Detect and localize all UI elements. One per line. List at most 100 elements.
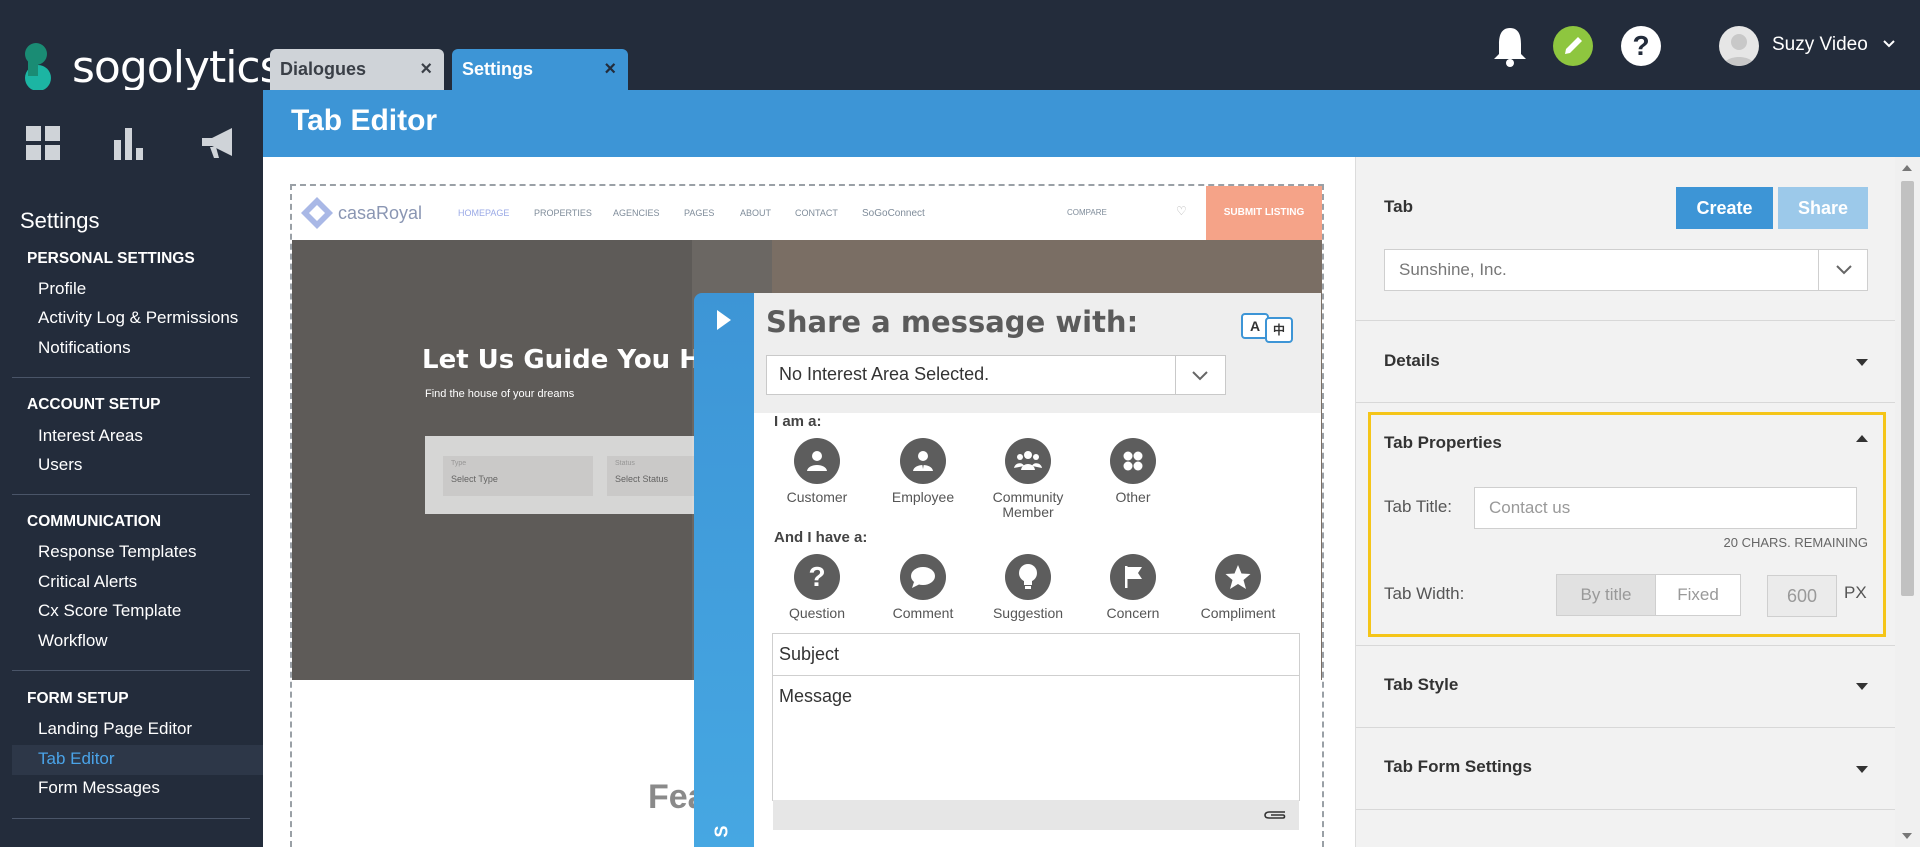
chevron-down-icon[interactable]	[1835, 264, 1853, 276]
option-comment[interactable]: Comment	[873, 554, 973, 621]
help-icon[interactable]: ?	[1621, 26, 1661, 66]
select-value: Sunshine, Inc.	[1399, 260, 1507, 279]
bar-chart-icon[interactable]	[112, 126, 146, 160]
divider	[12, 377, 250, 378]
divider	[12, 818, 250, 819]
tab-width-label: Tab Width:	[1384, 584, 1465, 603]
settings-panel: Tab Create Share Sunshine, Inc. Details …	[1355, 157, 1896, 847]
share-button[interactable]: Share	[1778, 187, 1868, 229]
employee-icon	[913, 451, 933, 471]
close-icon[interactable]: ×	[420, 58, 432, 81]
option-suggestion[interactable]: Suggestion	[978, 554, 1078, 621]
divider	[1356, 402, 1896, 403]
details-label: Details	[1384, 351, 1440, 370]
divider	[1356, 645, 1896, 646]
section-heading: COMMUNICATION	[27, 513, 162, 530]
section-heading: PERSONAL SETTINGS	[27, 250, 195, 267]
divider	[1356, 809, 1896, 810]
option-label: Suggestion	[992, 605, 1064, 621]
select-value: No Interest Area Selected.	[779, 364, 990, 384]
width-by-title-toggle[interactable]: By title	[1556, 574, 1656, 616]
option-label: Comment	[892, 605, 954, 621]
share-message-widget: Share a message with: A 中 No Interest Ar…	[754, 293, 1321, 847]
question-icon: ?	[794, 554, 840, 600]
pencil-icon[interactable]	[1553, 26, 1593, 66]
tab-properties-label: Tab Properties	[1384, 433, 1502, 452]
option-customer[interactable]: Customer	[767, 438, 867, 505]
divider	[1356, 727, 1896, 728]
tab-style-label: Tab Style	[1384, 675, 1459, 694]
scroll-thumb[interactable]	[1901, 181, 1914, 596]
language-icon[interactable]: A 中	[1241, 313, 1299, 343]
sidebar-item-tab-editor[interactable]: Tab Editor	[38, 749, 115, 769]
sidebar-item-activity-log[interactable]: Activity Log & Permissions	[38, 308, 238, 328]
tab-form-settings-label: Tab Form Settings	[1384, 757, 1532, 776]
option-community-member[interactable]: Community Member	[978, 438, 1078, 520]
scrollbar[interactable]	[1895, 157, 1920, 847]
tab-settings[interactable]: Settings ×	[452, 49, 628, 90]
brand-name: sogolytics	[72, 42, 283, 93]
tab-dialogues[interactable]: Dialogues ×	[270, 49, 444, 90]
lightbulb-icon	[1019, 564, 1037, 589]
avatar[interactable]	[1719, 26, 1759, 66]
sidebar-item-cx-score-template[interactable]: Cx Score Template	[38, 601, 181, 621]
create-button[interactable]: Create	[1676, 187, 1773, 229]
scroll-down-arrow-icon[interactable]	[1902, 833, 1912, 839]
sidebar-title: Settings	[20, 208, 100, 233]
widget-tab-strip[interactable]: S	[694, 293, 754, 847]
sidebar-item-notifications[interactable]: Notifications	[38, 338, 131, 358]
divider	[1175, 356, 1176, 394]
option-label: Question	[788, 605, 846, 621]
sidebar-item-critical-alerts[interactable]: Critical Alerts	[38, 572, 137, 592]
tab-title-input[interactable]: Contact us	[1474, 487, 1857, 529]
widget-header: Share a message with: A 中 No Interest Ar…	[754, 293, 1321, 413]
option-employee[interactable]: Employee	[873, 438, 973, 505]
option-label: Customer	[786, 489, 848, 505]
person-icon	[807, 451, 827, 471]
caret-down-icon	[1856, 766, 1868, 773]
divider	[1356, 320, 1896, 321]
option-label: Compliment	[1200, 605, 1276, 621]
section-heading: FORM SETUP	[27, 690, 129, 707]
divider	[12, 494, 250, 495]
megaphone-icon[interactable]	[200, 126, 236, 160]
sidebar-item-form-messages[interactable]: Form Messages	[38, 778, 160, 798]
dashboard-icon[interactable]	[26, 126, 60, 160]
sidebar-item-users[interactable]: Users	[38, 455, 82, 475]
option-label: Other	[1115, 489, 1151, 505]
sidebar-item-workflow[interactable]: Workflow	[38, 631, 108, 651]
caret-up-icon	[1856, 435, 1868, 442]
i-am-label: I am a:	[774, 413, 822, 430]
tab-title-label: Tab Title:	[1384, 497, 1453, 516]
user-name[interactable]: Suzy Video	[1772, 34, 1868, 56]
caret-down-icon	[1856, 359, 1868, 366]
play-icon[interactable]	[716, 309, 732, 331]
paperclip-icon[interactable]	[1263, 809, 1289, 821]
flag-icon	[1125, 566, 1142, 588]
sidebar-item-landing-page-editor[interactable]: Landing Page Editor	[38, 719, 192, 739]
company-select[interactable]: Sunshine, Inc.	[1384, 249, 1868, 291]
page-title: Tab Editor	[291, 104, 438, 137]
width-fixed-toggle[interactable]: Fixed	[1655, 574, 1741, 616]
bell-icon[interactable]	[1490, 24, 1530, 67]
option-concern[interactable]: Concern	[1083, 554, 1183, 621]
interest-area-select[interactable]: No Interest Area Selected.	[766, 355, 1226, 395]
sidebar-item-profile[interactable]: Profile	[38, 279, 86, 299]
close-icon[interactable]: ×	[604, 58, 616, 81]
star-icon	[1225, 565, 1251, 589]
group-icon	[1014, 451, 1042, 470]
subject-field[interactable]: Subject	[772, 633, 1300, 676]
option-other[interactable]: Other	[1083, 438, 1183, 505]
chevron-down-icon[interactable]	[1191, 370, 1209, 382]
option-label: Employee	[891, 489, 955, 505]
option-compliment[interactable]: Compliment	[1188, 554, 1288, 621]
width-px-input[interactable]: 600	[1767, 575, 1837, 617]
message-field[interactable]: Message	[772, 675, 1300, 801]
section-heading: ACCOUNT SETUP	[27, 396, 161, 413]
sidebar-item-response-templates[interactable]: Response Templates	[38, 542, 196, 562]
sidebar-item-interest-areas[interactable]: Interest Areas	[38, 426, 143, 446]
option-label: Concern	[1106, 605, 1160, 621]
scroll-up-arrow-icon[interactable]	[1902, 165, 1912, 171]
option-question[interactable]: ? Question	[767, 554, 867, 621]
chevron-down-icon[interactable]	[1882, 37, 1896, 51]
